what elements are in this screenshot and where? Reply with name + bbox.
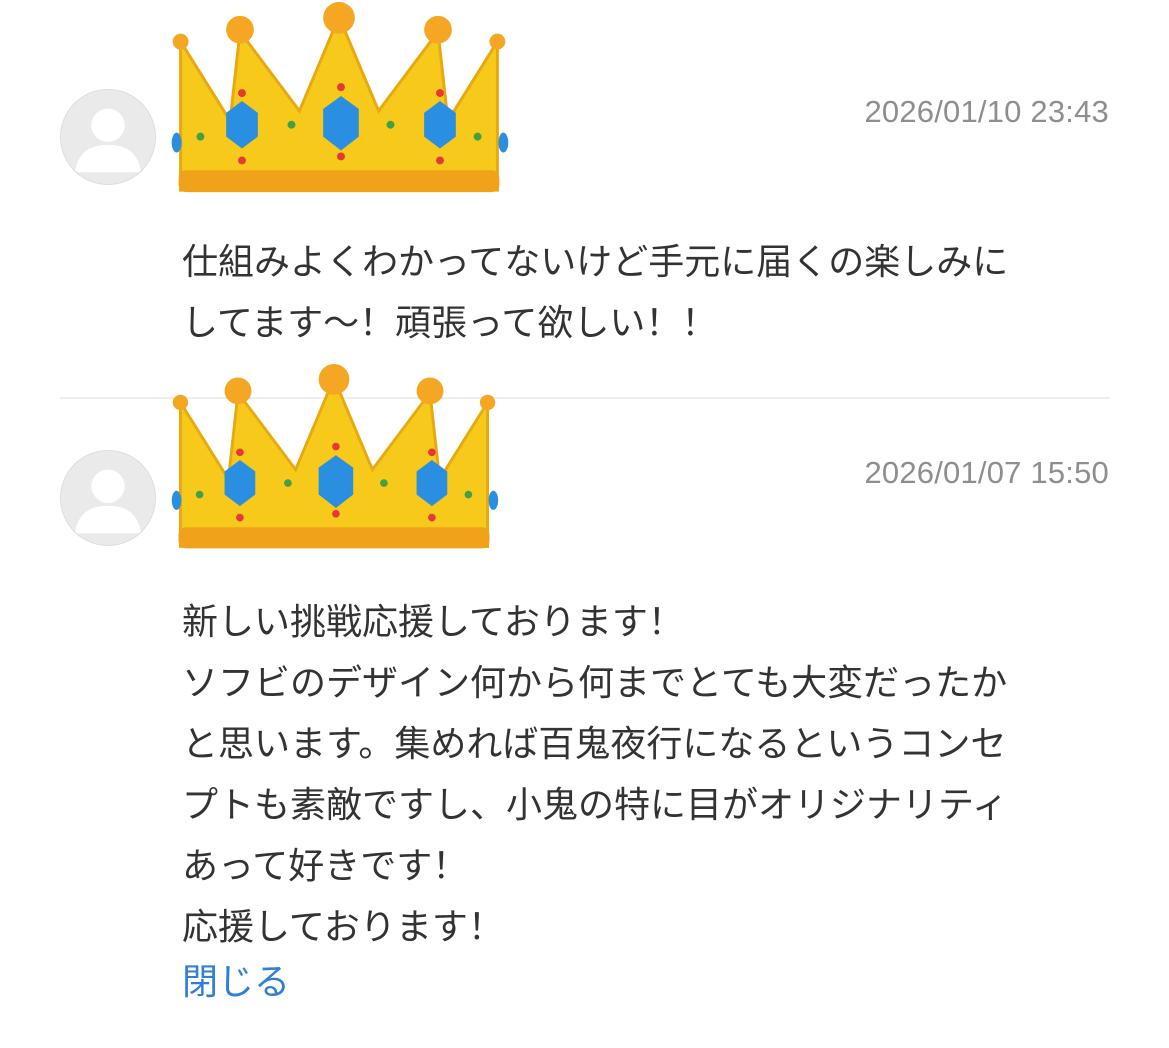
crown-icon [168,364,500,556]
user-avatar-icon[interactable] [60,450,156,546]
comment-timestamp: 2026/01/07 15:50 [864,455,1109,490]
comment-text: 新しい挑戦応援しております！ ソフビのデザイン何から何までとても大変だったか と… [182,602,1008,948]
close-link[interactable]: 閉じる [182,952,290,1013]
comment-item: 2026/01/07 15:50 新しい挑戦応援しております！ ソフビのデザイン… [0,0,1169,1048]
